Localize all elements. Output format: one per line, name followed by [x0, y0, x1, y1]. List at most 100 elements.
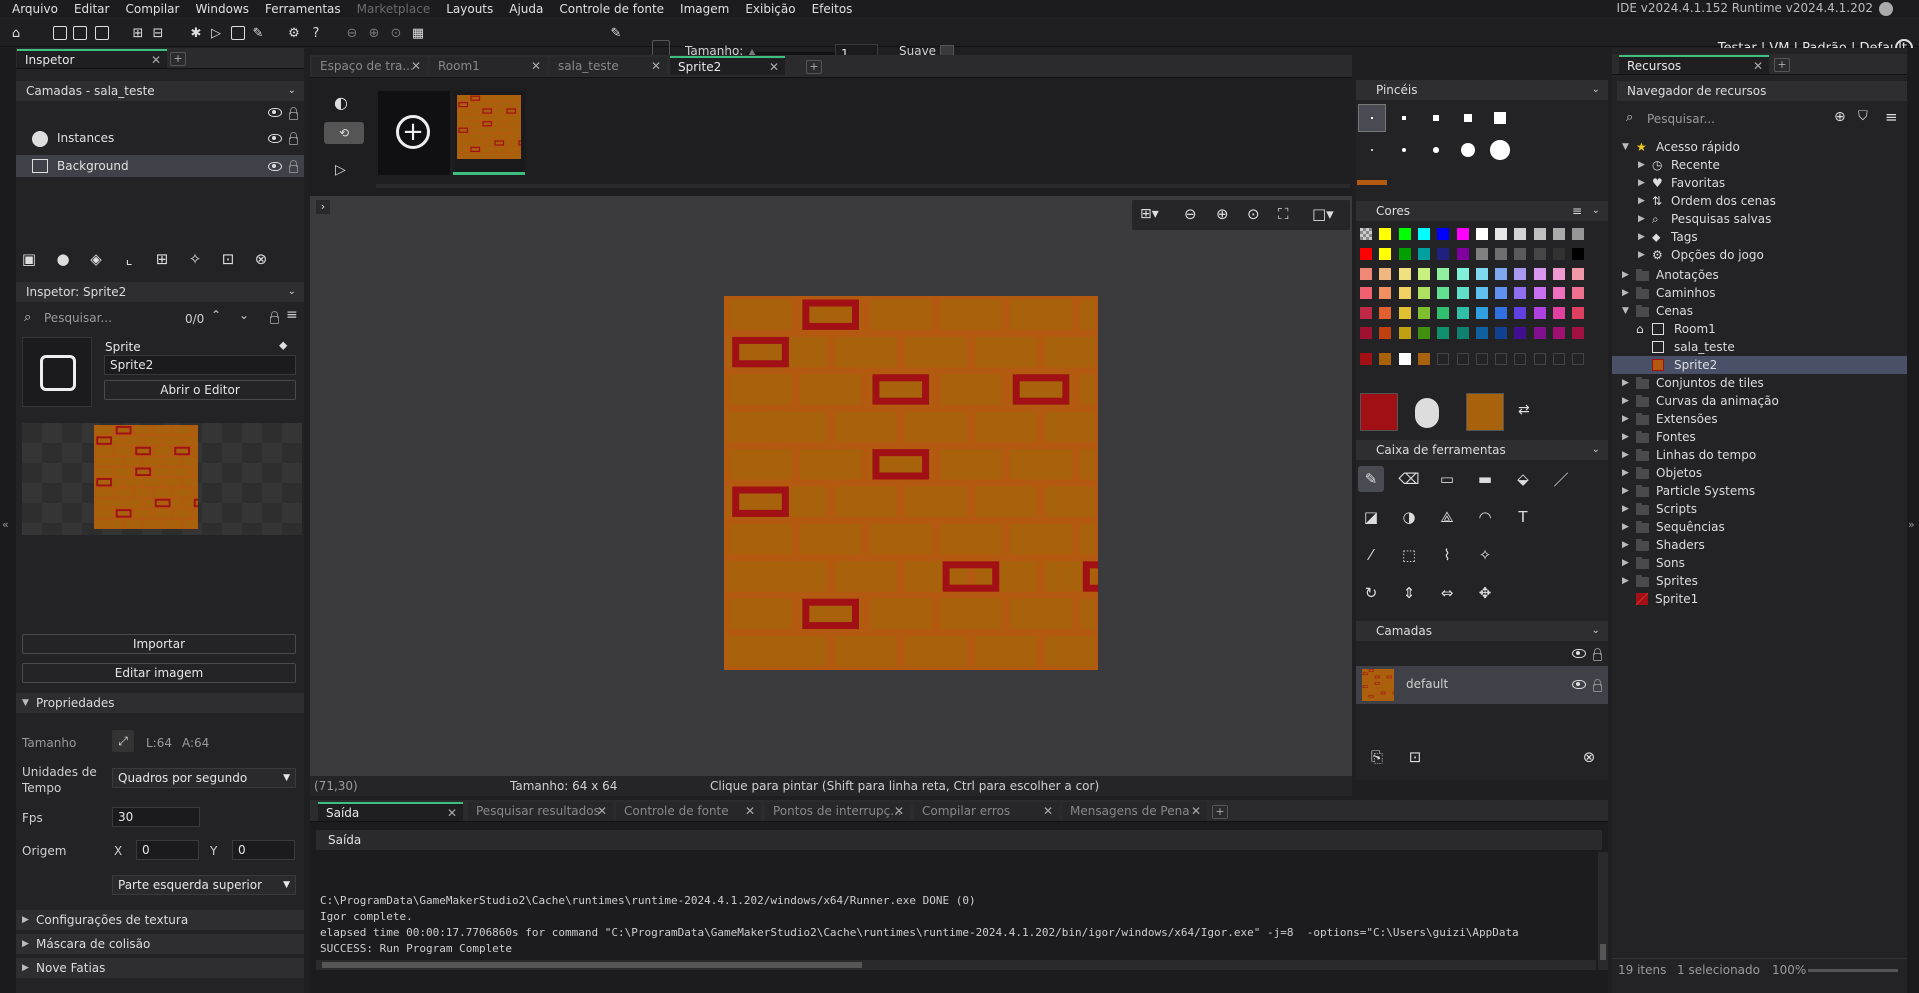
- palette-swatch[interactable]: [1379, 327, 1392, 339]
- add-resource-icon[interactable]: ⊕: [1834, 109, 1846, 125]
- tab-sala-teste[interactable]: sala_teste ✕: [550, 57, 667, 76]
- palette-swatch[interactable]: [1495, 267, 1508, 280]
- brush-option[interactable]: [1454, 104, 1482, 132]
- add-tab-icon[interactable]: +: [806, 60, 822, 74]
- menu-ferramentas[interactable]: Ferramentas: [257, 2, 349, 16]
- palette-swatch[interactable]: [1533, 307, 1546, 320]
- lock-icon[interactable]: [289, 132, 298, 145]
- palette-swatch[interactable]: [1514, 287, 1527, 300]
- sprite-layer-row[interactable]: default: [1356, 666, 1608, 704]
- eye-icon[interactable]: [1572, 680, 1586, 689]
- sprite-inspector-header[interactable]: Inspetor: Sprite2 ⌄: [16, 282, 304, 302]
- palette-swatch[interactable]: [1495, 228, 1508, 240]
- tree-item[interactable]: ⌂ Room1: [1612, 320, 1907, 338]
- palette-swatch[interactable]: [1398, 267, 1411, 280]
- close-icon[interactable]: ✕: [411, 57, 421, 76]
- palette-swatch[interactable]: [1514, 247, 1527, 260]
- palette-swatch[interactable]: [1572, 327, 1585, 339]
- onion-skin-icon[interactable]: ◐: [334, 93, 348, 112]
- palette-swatch[interactable]: [1495, 327, 1508, 339]
- palette-swatch[interactable]: [1417, 267, 1430, 280]
- palette-swatch[interactable]: [1553, 287, 1565, 300]
- account-avatar[interactable]: [1879, 2, 1893, 16]
- expand-icon[interactable]: ›: [316, 200, 330, 214]
- menu-windows[interactable]: Windows: [187, 2, 257, 16]
- tree-folder[interactable]: ▶ Sprites: [1622, 572, 1907, 590]
- eraser-tool-icon[interactable]: ⌫: [1396, 466, 1422, 492]
- swap-colors-icon[interactable]: ⇄: [1518, 402, 1530, 418]
- transparent-swatch[interactable]: [1360, 228, 1372, 240]
- tab-sprite2[interactable]: Sprite2 ✕: [670, 56, 785, 75]
- recent-color-swatch[interactable]: [1572, 353, 1585, 365]
- palette-swatch[interactable]: [1417, 228, 1430, 240]
- palette-swatch[interactable]: [1456, 307, 1469, 320]
- ellipse-tool-icon[interactable]: ◑: [1396, 504, 1422, 530]
- zoom-out-icon[interactable]: ⊖: [342, 23, 362, 43]
- add-layer-folder-icon[interactable]: ⊡: [1402, 744, 1428, 770]
- add-instance-layer-icon[interactable]: ●: [50, 246, 76, 272]
- grid-icon[interactable]: ▦: [408, 23, 428, 43]
- tree-folder[interactable]: ▶ Curvas da animação: [1622, 392, 1907, 410]
- brush-option[interactable]: [1422, 104, 1450, 132]
- brush-option[interactable]: [1454, 136, 1482, 164]
- menu-icon[interactable]: ≡: [1885, 108, 1898, 126]
- add-background-layer-icon[interactable]: ▣: [16, 246, 42, 272]
- stop-icon[interactable]: [228, 23, 248, 43]
- palette-swatch[interactable]: [1456, 228, 1469, 240]
- zoom-out-icon[interactable]: ⊖: [1184, 205, 1197, 223]
- palette-swatch[interactable]: [1475, 327, 1488, 339]
- line-fill-tool-icon[interactable]: ▭: [1434, 466, 1460, 492]
- arc-tool-icon[interactable]: ◠: [1472, 504, 1498, 530]
- palette-swatch[interactable]: [1495, 287, 1508, 300]
- new-project-icon[interactable]: [50, 23, 70, 43]
- recent-color-swatch[interactable]: [1533, 353, 1546, 365]
- palette-swatch[interactable]: [1572, 307, 1585, 320]
- lock-icon[interactable]: [289, 160, 298, 173]
- palette-swatch[interactable]: [1417, 307, 1430, 320]
- play-icon[interactable]: ▷: [335, 162, 346, 178]
- zoom-slider[interactable]: [1808, 969, 1898, 972]
- left-collapse-strip[interactable]: «: [0, 48, 16, 993]
- palette-swatch[interactable]: [1456, 287, 1469, 300]
- palette-swatch[interactable]: [1495, 307, 1508, 320]
- clean-build-icon[interactable]: ✎: [248, 23, 268, 43]
- palette-swatch[interactable]: [1379, 307, 1392, 320]
- eyedropper-icon[interactable]: ⁄: [1358, 542, 1384, 568]
- properties-header[interactable]: ▼ Propriedades: [16, 693, 304, 713]
- tree-folder[interactable]: ▶ Shaders: [1622, 536, 1907, 554]
- palette-swatch[interactable]: [1456, 327, 1469, 339]
- time-units-select[interactable]: Quadros por segundo ▼: [112, 768, 296, 788]
- recent-color-swatch[interactable]: [1495, 353, 1508, 365]
- magic-wand-icon[interactable]: ✧: [1472, 542, 1498, 568]
- palette-swatch[interactable]: [1553, 228, 1565, 240]
- close-icon[interactable]: ✕: [151, 51, 161, 70]
- palette-swatch[interactable]: [1495, 247, 1508, 260]
- home-icon[interactable]: ⌂: [6, 23, 26, 43]
- rotate-tool-icon[interactable]: ↻: [1358, 580, 1384, 606]
- menu-imagem[interactable]: Imagem: [672, 2, 737, 16]
- collision-mask-header[interactable]: ▶ Máscara de colisão: [16, 934, 304, 954]
- preferences-icon[interactable]: ⚙: [284, 23, 304, 43]
- delete-layer-icon[interactable]: ⊗: [248, 246, 274, 272]
- tree-folder[interactable]: ▶ Fontes: [1622, 428, 1907, 446]
- origin-y-input[interactable]: 0: [232, 840, 295, 860]
- save-project-icon[interactable]: [92, 23, 112, 43]
- tab-saida[interactable]: Saída ✕: [318, 802, 463, 821]
- menu-arquivo[interactable]: Arquivo: [4, 2, 66, 16]
- add-layer-icon[interactable]: ⎘: [1364, 744, 1390, 770]
- zoom-in-icon[interactable]: ⊕: [364, 23, 384, 43]
- palette-swatch[interactable]: [1572, 287, 1585, 300]
- brush-option[interactable]: [1486, 136, 1514, 164]
- tree-folder[interactable]: ▶ Extensões: [1622, 410, 1907, 428]
- tree-folder[interactable]: ▶ Anotações: [1622, 266, 1907, 284]
- add-asset-layer-icon[interactable]: ⊞: [149, 246, 175, 272]
- add-path-layer-icon[interactable]: ⌞: [116, 246, 142, 272]
- brush-option[interactable]: [1390, 136, 1418, 164]
- tree-folder[interactable]: ▶ Linhas do tempo: [1622, 446, 1907, 464]
- zoom-reset-icon[interactable]: ⊙: [386, 23, 406, 43]
- palette-swatch[interactable]: [1514, 327, 1527, 339]
- palette-swatch[interactable]: [1533, 287, 1546, 300]
- grid-toggle-icon[interactable]: ⊞▾: [1140, 206, 1159, 222]
- menu-efeitos[interactable]: Efeitos: [804, 2, 861, 16]
- close-icon[interactable]: ✕: [531, 57, 541, 76]
